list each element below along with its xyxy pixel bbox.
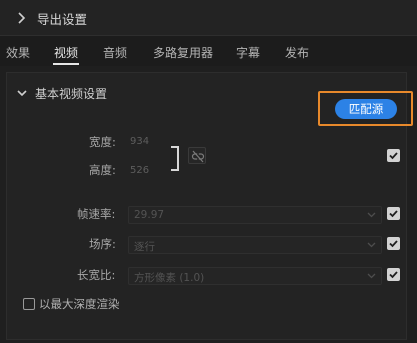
check-icon [389, 210, 398, 218]
width-label: 宽度: [89, 135, 116, 149]
chevron-down-icon [367, 242, 376, 248]
constrain-bracket [171, 146, 179, 171]
aspect-checkbox[interactable] [387, 268, 400, 281]
aspect-label: 长宽比: [77, 268, 116, 282]
tab-bar: 效果 视频 音频 多路复用器 字幕 发布 [0, 36, 417, 66]
export-settings-title: 导出设置 [37, 12, 88, 27]
check-icon [389, 271, 398, 279]
field-order-select[interactable]: 逐行 [128, 236, 382, 254]
tab-captions[interactable]: 字幕 [236, 44, 260, 61]
frame-rate-value: 29.97 [134, 209, 165, 221]
chevron-down-icon[interactable] [16, 88, 28, 98]
height-field[interactable]: 526 [130, 165, 149, 176]
tab-video[interactable]: 视频 [54, 44, 78, 61]
chevron-down-icon [367, 212, 376, 218]
unlink-chain-icon [191, 150, 205, 163]
check-icon [389, 152, 398, 160]
active-tab-indicator [53, 63, 79, 65]
max-depth-label[interactable]: 以最大深度渲染 [39, 296, 120, 312]
size-checkbox[interactable] [387, 149, 400, 162]
field-order-value: 逐行 [134, 241, 155, 253]
height-label: 高度: [89, 163, 116, 177]
section-title[interactable]: 基本视频设置 [35, 85, 107, 102]
match-source-button[interactable]: 匹配源 [335, 99, 397, 119]
aspect-value: 方形像素 (1.0) [134, 272, 205, 284]
tab-effects[interactable]: 效果 [6, 44, 30, 61]
chevron-right-icon[interactable] [17, 11, 27, 25]
width-field[interactable]: 934 [130, 136, 149, 147]
check-icon [389, 240, 398, 248]
tab-audio[interactable]: 音频 [103, 44, 127, 61]
field-order-label: 场序: [89, 237, 116, 251]
field-order-checkbox[interactable] [387, 237, 400, 250]
aspect-select[interactable]: 方形像素 (1.0) [128, 267, 382, 285]
chevron-down-icon [367, 273, 376, 279]
frame-rate-label: 帧速率: [77, 207, 116, 221]
max-depth-checkbox[interactable] [23, 298, 35, 310]
export-settings-header[interactable]: 导出设置 [0, 0, 417, 36]
frame-rate-checkbox[interactable] [387, 207, 400, 220]
tab-publish[interactable]: 发布 [285, 44, 309, 61]
tab-multiplexer[interactable]: 多路复用器 [153, 44, 213, 61]
constrain-proportions-button[interactable] [188, 147, 206, 164]
frame-rate-select[interactable]: 29.97 [128, 206, 382, 224]
